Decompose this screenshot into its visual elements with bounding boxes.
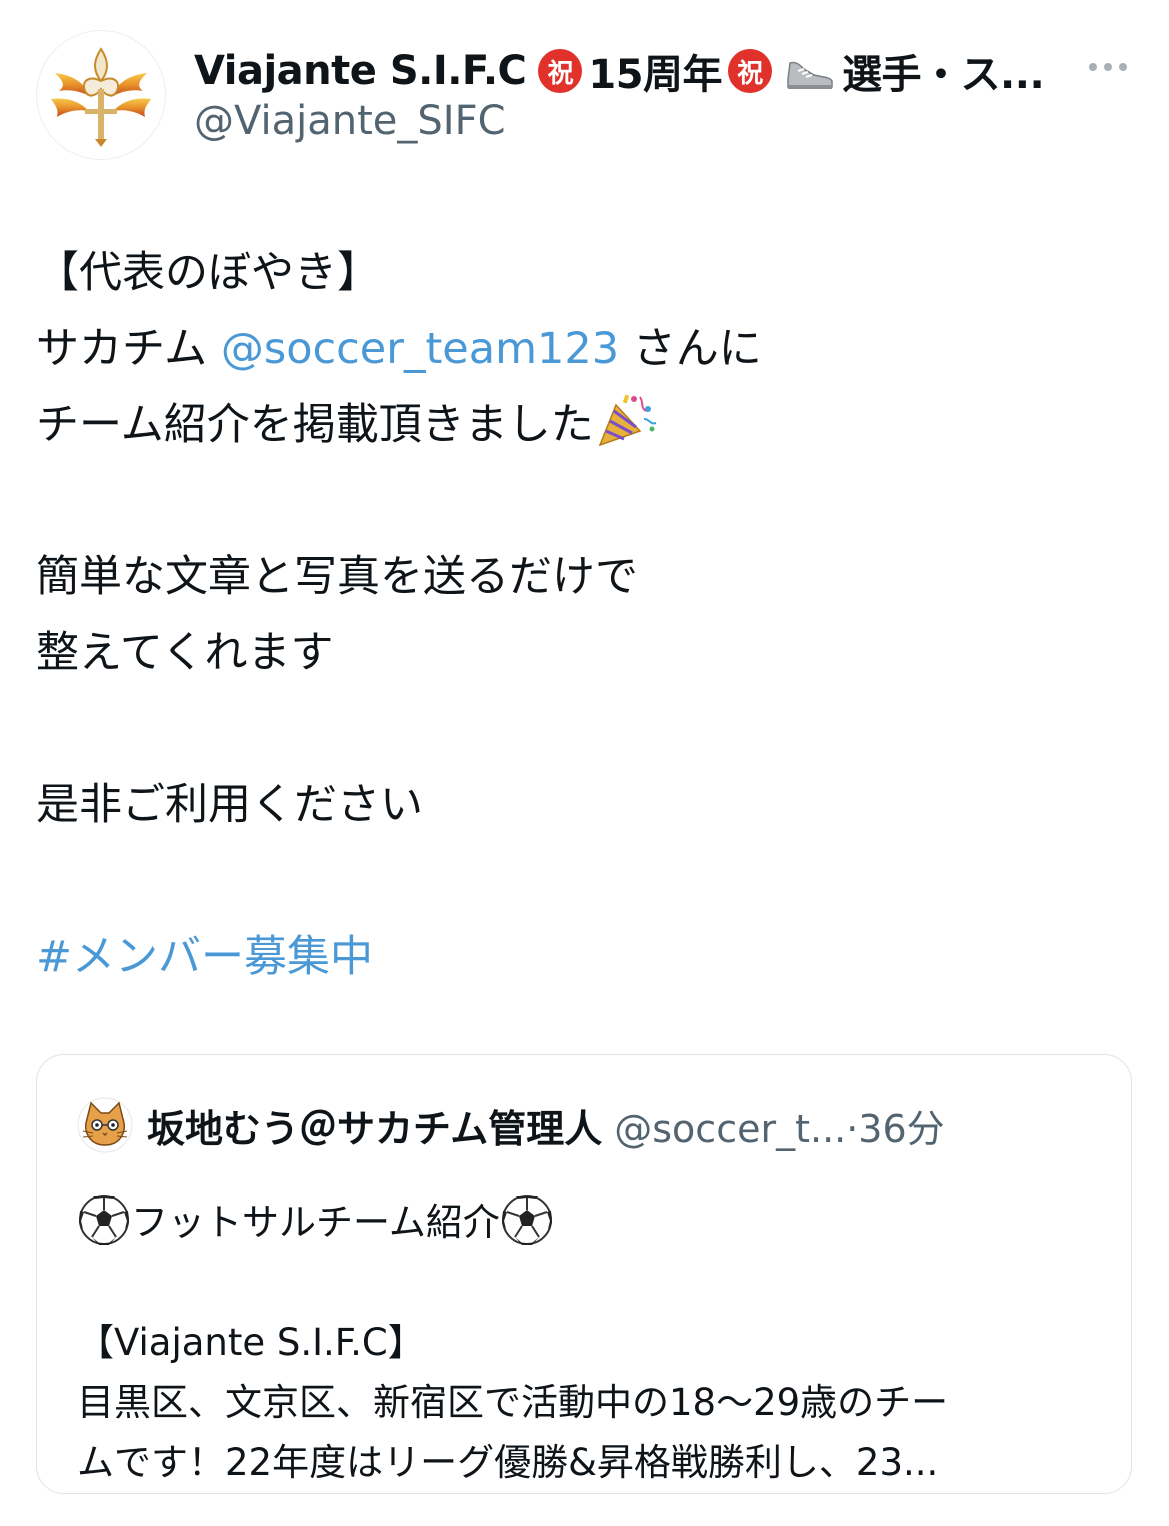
celebration-badge-icon: 祝 [538,49,583,93]
quoted-tweet-card[interactable]: 坂地むう＠サカチム管理人 @soccer_t...·36分 フットサルチーム紹介 [36,1054,1132,1494]
fleur-de-lis-crest-icon [51,47,151,147]
hashtag-link[interactable]: #メンバー募集中 [36,932,373,982]
tweet-text-span: さんに [619,324,762,374]
celebration-badge-icon: 祝 [728,49,773,93]
tweet-text-span: サカチム [36,324,221,374]
author-handle[interactable]: @Viajante_SIFC [194,98,506,144]
more-dot-icon [1104,63,1112,71]
soccer-ball-icon [79,1195,129,1245]
tweet: Viajante S.I.F.C 祝 15周年 祝 選手・ス... @Viaja… [0,0,1169,1526]
quoted-title-line: フットサルチーム紹介 [77,1193,1097,1253]
tweet-text: 【代表のぼやき】 サカチム @soccer_team123 さんに チーム紹介を… [36,235,1136,995]
tweet-line: 整えてくれます [36,628,334,678]
more-dot-icon [1119,63,1127,71]
quoted-tweet-text: フットサルチーム紹介 【Viajante S.I.F.C】 目黒区、文京区、新宿… [77,1193,1097,1493]
quoted-author-name[interactable]: 坂地むう＠サカチム管理人 [147,1098,602,1153]
quoted-description-line: ムです！22年度はリーグ優勝&昇格戦勝利し、23... [77,1441,939,1484]
quoted-tweet-header: 坂地むう＠サカチム管理人 @soccer_t...·36分 [77,1097,945,1153]
author-avatar[interactable] [36,30,166,160]
tweet-line: 是非ご利用ください [36,780,423,830]
soccer-ball-icon [501,1195,552,1245]
author-display-name[interactable]: Viajante S.I.F.C 祝 15周年 祝 選手・ス... [194,42,1045,100]
mention-link[interactable]: @soccer_team123 [221,324,619,374]
tweet-line: 簡単な文章と写真を送るだけで [36,552,638,602]
tweet-line: #メンバー募集中 [36,919,1136,995]
tweet-line: サカチム @soccer_team123 さんに [36,311,1136,387]
cat-face-icon[interactable] [77,1097,133,1153]
quoted-author-handle-time[interactable]: @soccer_t...·36分 [614,1098,944,1153]
more-dot-icon [1089,63,1097,71]
display-name-team: Viajante S.I.F.C [194,48,527,94]
party-popper-icon [598,394,657,447]
more-options-button[interactable] [1085,52,1131,82]
quoted-title: フットサルチーム紹介 [131,1201,500,1244]
quoted-description-line: 目黒区、文京区、新宿区で活動中の18〜29歳のチー [77,1381,949,1424]
sneaker-icon [787,61,833,89]
display-name-tail: 選手・ス... [842,52,1045,98]
tweet-line: チーム紹介を掲載頂きました [36,387,1136,463]
quoted-team-name: 【Viajante S.I.F.C】 [77,1321,425,1364]
tweet-heading: 【代表のぼやき】 [36,248,380,298]
display-name-anniversary: 15周年 [588,52,723,98]
tweet-text-span: チーム紹介を掲載頂きました [36,400,594,450]
